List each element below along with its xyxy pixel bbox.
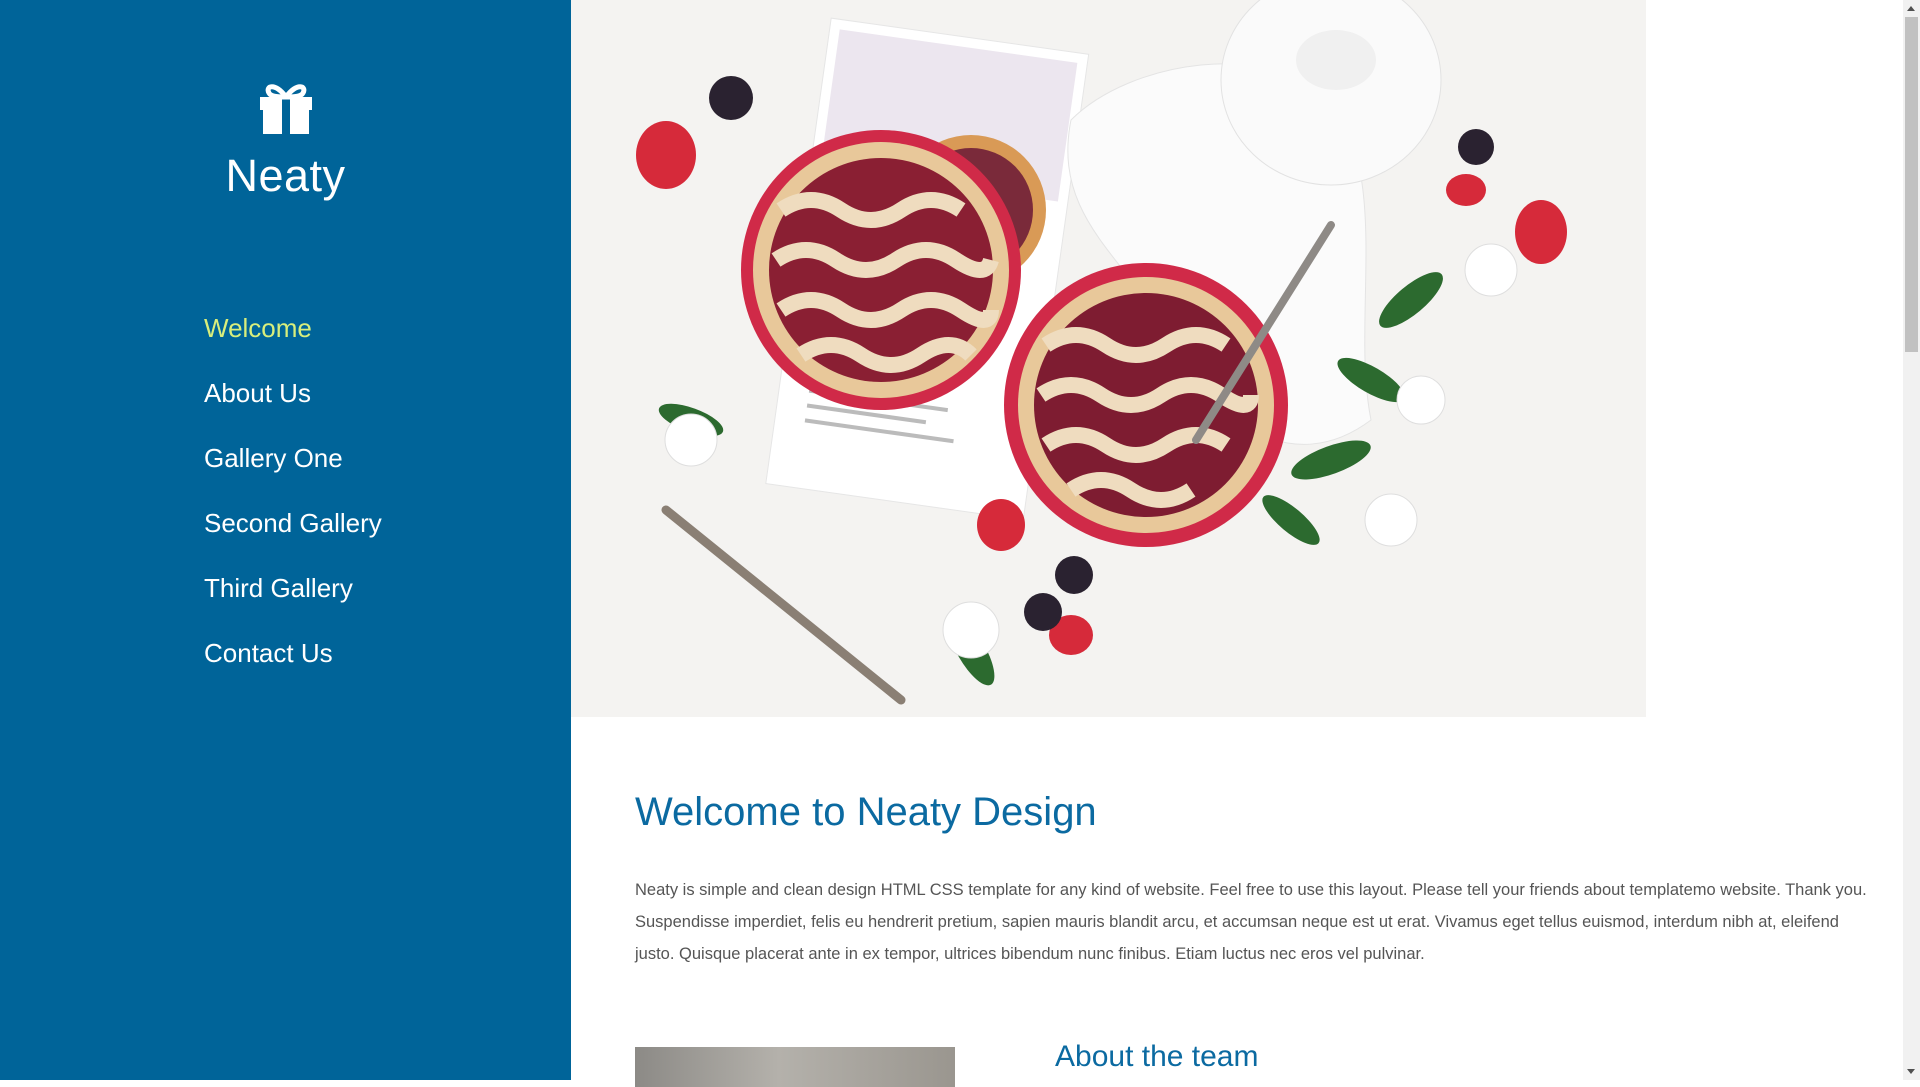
scroll-down-icon[interactable] bbox=[1907, 1069, 1915, 1074]
gift-icon bbox=[259, 84, 312, 134]
main-nav: Welcome About Us Gallery One Second Gall… bbox=[204, 306, 382, 696]
scroll-up-icon[interactable] bbox=[1907, 6, 1915, 11]
hero-image bbox=[571, 0, 1646, 717]
nav-item-welcome[interactable]: Welcome bbox=[204, 306, 382, 371]
page-scrollbar[interactable] bbox=[1903, 0, 1920, 1080]
nav-item-third-gallery[interactable]: Third Gallery bbox=[204, 566, 382, 631]
brand-name: Neaty bbox=[225, 150, 346, 201]
main-content: Welcome to Neaty Design Neaty is simple … bbox=[571, 0, 1903, 1087]
nav-item-gallery-one[interactable]: Gallery One bbox=[204, 436, 382, 501]
intro-paragraph: Neaty is simple and clean design HTML CS… bbox=[635, 881, 1867, 963]
page-title: Welcome to Neaty Design bbox=[635, 790, 1097, 834]
team-heading: About the team bbox=[1055, 1040, 1259, 1073]
scrollbar-thumb[interactable] bbox=[1905, 17, 1918, 352]
sidebar: Neaty Welcome About Us Gallery One Secon… bbox=[0, 0, 571, 1080]
team-image bbox=[635, 1047, 955, 1087]
nav-item-contact-us[interactable]: Contact Us bbox=[204, 631, 382, 696]
nav-item-about-us[interactable]: About Us bbox=[204, 371, 382, 436]
logo[interactable]: Neaty bbox=[0, 80, 571, 202]
nav-item-second-gallery[interactable]: Second Gallery bbox=[204, 501, 382, 566]
